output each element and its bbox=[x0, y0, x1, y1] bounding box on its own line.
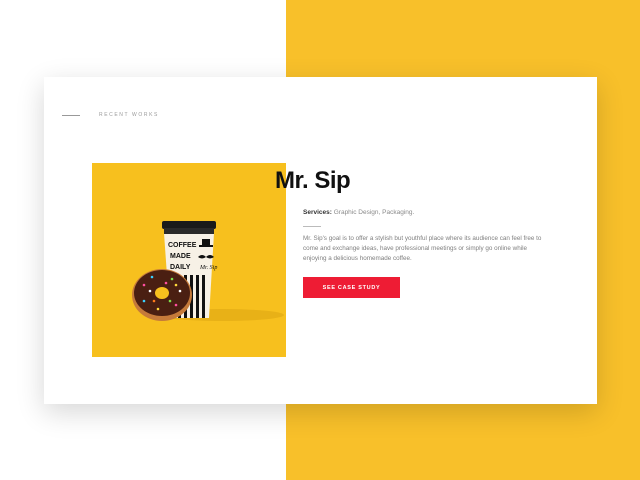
donut-icon bbox=[132, 269, 192, 321]
services-label: Services: bbox=[303, 209, 332, 216]
cup-text-line-3: DAILY bbox=[170, 264, 191, 271]
see-case-study-button[interactable]: SEE CASE STUDY bbox=[303, 277, 400, 298]
project-image: COFFEE MADE DAILY Mr. Sip bbox=[92, 163, 286, 357]
cup-text-line-2: MADE bbox=[170, 253, 191, 260]
services-line: Services: Graphic Design, Packaging. bbox=[303, 209, 414, 216]
project-description: Mr. Sip's goal is to offer a stylish but… bbox=[303, 235, 542, 262]
cup-brand-mark: Mr. Sip bbox=[199, 265, 217, 271]
divider bbox=[303, 226, 321, 227]
section-eyebrow: RECENT WORKS bbox=[99, 112, 159, 118]
services-value: Graphic Design, Packaging. bbox=[333, 209, 415, 216]
project-title: Mr. Sip bbox=[275, 167, 351, 194]
top-hat-icon bbox=[202, 239, 210, 245]
project-card: RECENT WORKS COFFEE MADE DAILY Mr. Sip M… bbox=[44, 77, 597, 404]
eyebrow-line bbox=[62, 115, 80, 116]
cup-text-line-1: COFFEE bbox=[168, 242, 197, 249]
